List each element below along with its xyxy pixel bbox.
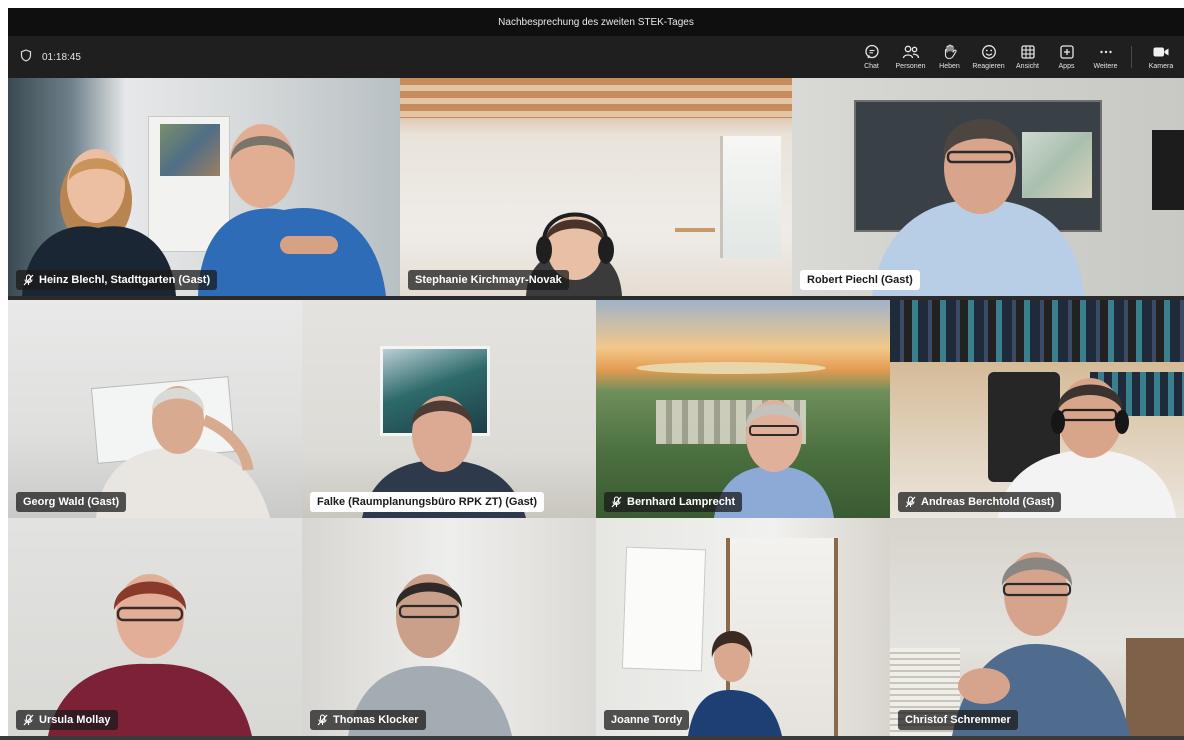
participant-name: Stephanie Kirchmayr-Novak bbox=[415, 274, 562, 286]
raise-hand-button[interactable]: Heben bbox=[930, 38, 969, 76]
participant-name-tag: Bernhard Lamprecht bbox=[604, 492, 743, 512]
people-label: Personen bbox=[895, 63, 926, 70]
poster-photos bbox=[160, 124, 220, 176]
participant-name: Heinz Blechl, Stadttgarten (Gast) bbox=[39, 274, 211, 286]
video-tile[interactable]: Heinz Blechl, Stadttgarten (Gast) bbox=[8, 78, 400, 296]
participant-name: Ursula Mollay bbox=[39, 714, 111, 726]
participant-name-tag: Georg Wald (Gast) bbox=[16, 492, 127, 512]
window-bottom-edge bbox=[0, 736, 1184, 740]
participant-name: Joanne Tordy bbox=[611, 714, 683, 726]
participant-name-tag: Joanne Tordy bbox=[604, 710, 690, 730]
video-tile[interactable]: Thomas Klocker bbox=[302, 518, 596, 736]
camera-button[interactable]: Kamera bbox=[1138, 38, 1184, 76]
camera-label: Kamera bbox=[1148, 63, 1174, 70]
microphone-muted-icon bbox=[23, 714, 34, 726]
bookshelf-binders-lower bbox=[1090, 372, 1184, 416]
participant-name: Falke (Raumplanungsbüro RPK ZT) (Gast) bbox=[317, 496, 538, 508]
video-tile[interactable]: Christof Schremmer bbox=[890, 518, 1184, 736]
participant-name-tag: Thomas Klocker bbox=[310, 710, 426, 730]
view-button[interactable]: Ansicht bbox=[1008, 38, 1047, 76]
participant-name-tag: Andreas Berchtold (Gast) bbox=[898, 492, 1062, 512]
participant-name: Robert Piechl (Gast) bbox=[807, 274, 913, 286]
video-tile[interactable]: Robert Piechl (Gast) bbox=[792, 78, 1184, 296]
flipchart bbox=[621, 546, 707, 672]
plus-square-icon bbox=[1059, 44, 1075, 60]
participant-name-tag: Stephanie Kirchmayr-Novak bbox=[408, 270, 569, 290]
video-tile[interactable]: Stephanie Kirchmayr-Novak bbox=[400, 78, 792, 296]
ceiling-beams bbox=[400, 78, 792, 118]
wall-poster bbox=[90, 376, 236, 464]
raise-hand-label: Heben bbox=[939, 63, 960, 70]
more-icon bbox=[1098, 44, 1114, 60]
video-tile[interactable]: Joanne Tordy bbox=[596, 518, 890, 736]
meeting-toolbar: 01:18:45 Chat Personen Heben Reagieren A… bbox=[8, 36, 1184, 78]
wooden-chair bbox=[675, 228, 715, 262]
video-tile[interactable]: Bernhard Lamprecht bbox=[596, 300, 890, 518]
wooden-cabinet bbox=[726, 538, 838, 736]
campus-buildings bbox=[656, 400, 806, 444]
chat-button[interactable]: Chat bbox=[852, 38, 891, 76]
pinned-map bbox=[1022, 132, 1092, 198]
video-background bbox=[8, 518, 302, 736]
shelf-right bbox=[1126, 638, 1184, 736]
microphone-muted-icon bbox=[317, 714, 328, 726]
participant-name: Andreas Berchtold (Gast) bbox=[921, 496, 1055, 508]
participant-name-tag: Heinz Blechl, Stadttgarten (Gast) bbox=[16, 270, 218, 290]
video-tile[interactable]: Georg Wald (Gast) bbox=[8, 300, 302, 518]
video-grid: Heinz Blechl, Stadttgarten (Gast) Stepha… bbox=[8, 78, 1184, 736]
people-icon bbox=[902, 44, 920, 60]
toolbar-buttons: Chat Personen Heben Reagieren Ansicht Ap… bbox=[852, 36, 1184, 78]
people-button[interactable]: Personen bbox=[891, 38, 930, 76]
more-label: Weitere bbox=[1093, 63, 1118, 70]
participant-name-tag: Falke (Raumplanungsbüro RPK ZT) (Gast) bbox=[310, 492, 545, 512]
chat-label: Chat bbox=[864, 63, 879, 70]
wall-painting bbox=[380, 346, 490, 436]
participant-name-tag: Ursula Mollay bbox=[16, 710, 118, 730]
microphone-muted-icon bbox=[611, 496, 622, 508]
lake bbox=[636, 362, 826, 374]
react-button[interactable]: Reagieren bbox=[969, 38, 1008, 76]
participant-name-tag: Robert Piechl (Gast) bbox=[800, 270, 920, 290]
participant-name: Thomas Klocker bbox=[333, 714, 419, 726]
apps-label: Apps bbox=[1058, 63, 1075, 70]
microphone-muted-icon bbox=[23, 274, 34, 286]
smiley-icon bbox=[981, 44, 997, 60]
participant-name: Bernhard Lamprecht bbox=[627, 496, 736, 508]
timer-text: 01:18:45 bbox=[42, 51, 81, 63]
meeting-timer: 01:18:45 bbox=[20, 36, 81, 78]
room-window bbox=[720, 136, 781, 258]
wall-monitor bbox=[1152, 130, 1184, 210]
shield-icon bbox=[20, 49, 32, 65]
video-tile[interactable]: Ursula Mollay bbox=[8, 518, 302, 736]
participant-name-tag: Christof Schremmer bbox=[898, 710, 1018, 730]
meeting-title: Nachbesprechung des zweiten STEK-Tages bbox=[498, 16, 694, 28]
participant-name: Georg Wald (Gast) bbox=[23, 496, 120, 508]
react-label: Reagieren bbox=[972, 63, 1005, 70]
title-bar: Nachbesprechung des zweiten STEK-Tages bbox=[8, 8, 1184, 36]
more-button[interactable]: Weitere bbox=[1086, 38, 1125, 76]
video-tile[interactable]: Falke (Raumplanungsbüro RPK ZT) (Gast) bbox=[302, 300, 596, 518]
grid-icon bbox=[1020, 44, 1036, 60]
raise-hand-icon bbox=[942, 44, 958, 60]
camera-icon bbox=[1152, 44, 1170, 60]
apps-button[interactable]: Apps bbox=[1047, 38, 1086, 76]
toolbar-divider bbox=[1131, 46, 1132, 68]
chat-icon bbox=[864, 44, 880, 60]
view-label: Ansicht bbox=[1016, 63, 1039, 70]
participant-name: Christof Schremmer bbox=[905, 714, 1011, 726]
video-tile[interactable]: Andreas Berchtold (Gast) bbox=[890, 300, 1184, 518]
bookshelf-binders bbox=[890, 300, 1184, 362]
video-background bbox=[302, 518, 596, 736]
microphone-muted-icon bbox=[905, 496, 916, 508]
